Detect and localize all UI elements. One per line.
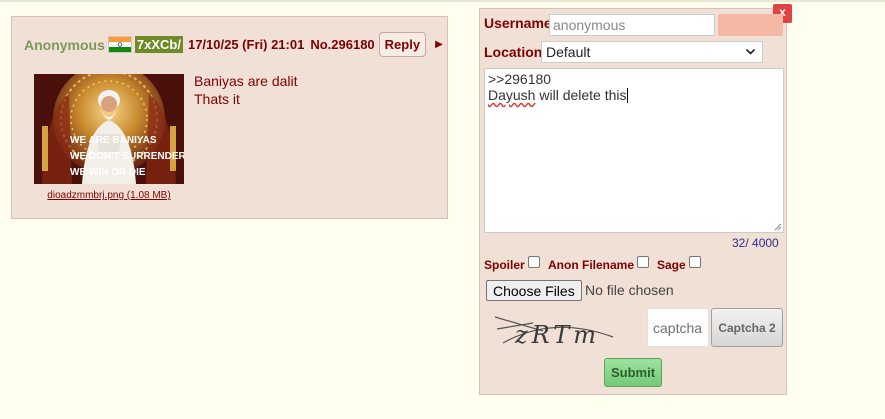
post-header: Anonymous 7xXCb/ 17/10/25 (Fri) 21:01 No…	[24, 32, 443, 57]
india-flag-icon	[107, 36, 132, 53]
sage-label: Sage	[657, 258, 686, 272]
submit-button[interactable]: Submit	[604, 358, 662, 387]
comment-textarea[interactable]: >>296180 Dayush will delete this	[484, 68, 784, 233]
comment-line: >>296180	[488, 71, 552, 87]
thumbnail-image[interactable]: WE ARE BANIYAS WE DON'T SURRENDER WE WIN…	[34, 74, 184, 184]
captcha-image: zRTm	[494, 316, 614, 349]
thumbnail-line-2: WE DON'T SURRENDER	[70, 151, 184, 162]
reply-button[interactable]: Reply	[378, 32, 427, 57]
triangle-right-icon[interactable]: ▶	[435, 39, 443, 50]
spoiler-checkbox[interactable]	[528, 256, 540, 268]
top-border	[0, 0, 885, 2]
username-label: Username	[484, 15, 552, 31]
comment-text: will delete this	[535, 87, 627, 103]
resize-grip-icon[interactable]	[774, 223, 782, 231]
thumbnail-line-1: WE ARE BANIYAS	[70, 135, 157, 146]
comment-line: Dayush will delete this	[488, 87, 780, 103]
anon-filename-label: Anon Filename	[548, 258, 635, 272]
sage-checkbox[interactable]	[689, 256, 701, 268]
location-label: Location	[484, 44, 543, 60]
file-status: No file chosen	[585, 282, 674, 298]
chevron-down-icon	[745, 48, 756, 55]
name-color-button[interactable]	[718, 14, 783, 36]
choose-files-button[interactable]: Choose Files	[486, 280, 582, 301]
post-message: Baniyas are dalit Thats it	[194, 72, 298, 108]
location-select-value: Default	[546, 44, 591, 60]
post-number-link[interactable]: No.296180	[310, 37, 374, 52]
captcha-text: zRTm	[514, 321, 600, 349]
post-message-line: Thats it	[194, 91, 240, 107]
post-message-line: Baniyas are dalit	[194, 73, 298, 89]
file-link[interactable]: dioadzmmbrj.png (1.08 MB)	[34, 190, 184, 201]
poster-name: Anonymous	[24, 36, 105, 53]
captcha-2-button[interactable]: Captcha 2	[711, 308, 783, 347]
char-counter: 32/ 4000	[732, 236, 779, 250]
captcha-input[interactable]	[647, 308, 709, 347]
location-select[interactable]: Default	[541, 41, 763, 63]
quick-reply-form: x Username Location Default >>296180 Day…	[479, 4, 792, 395]
spoiler-label: Spoiler	[484, 258, 525, 272]
post-date: 17/10/25 (Fri) 21:01	[187, 37, 305, 52]
anon-filename-checkbox[interactable]	[637, 256, 649, 268]
post-reply: Anonymous 7xXCb/ 17/10/25 (Fri) 21:01 No…	[11, 16, 448, 219]
text-cursor	[626, 88, 628, 103]
misspelled-word: Dayush	[488, 87, 536, 103]
username-input[interactable]	[549, 14, 715, 36]
thumbnail-line-3: WE WIN OR DIE	[70, 167, 146, 178]
poster-id-badge[interactable]: 7xXCb/	[134, 36, 183, 53]
